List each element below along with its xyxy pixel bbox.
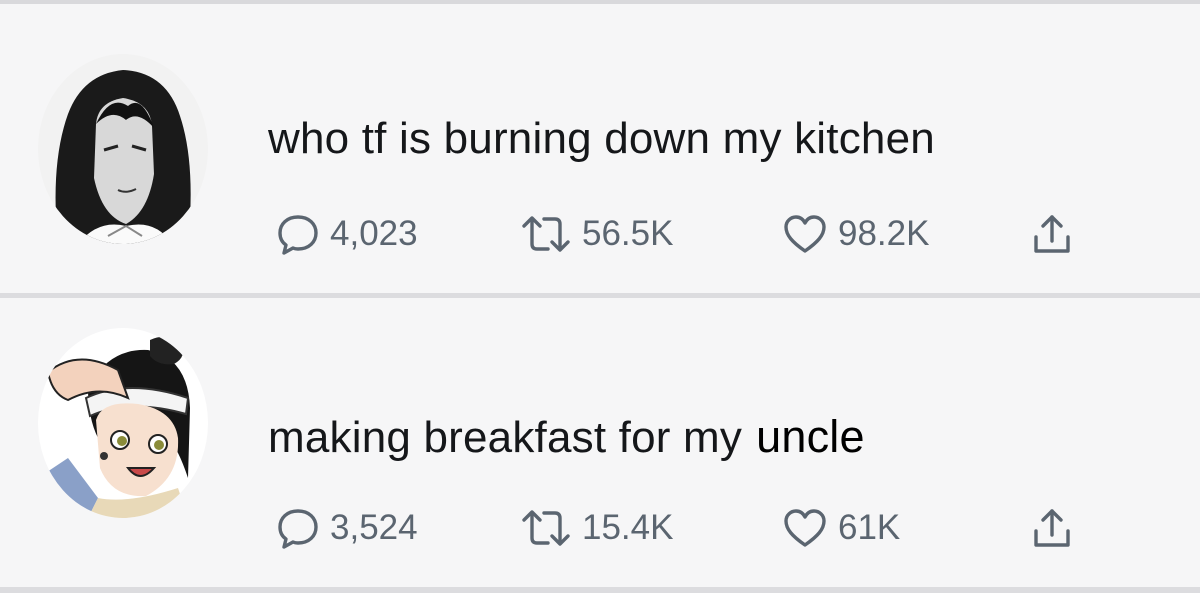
like-button[interactable]: 61K bbox=[782, 503, 900, 553]
heart-outline-icon bbox=[784, 215, 826, 253]
reply-count: 4,023 bbox=[330, 214, 418, 253]
retweet-count: 15.4K bbox=[582, 508, 674, 547]
retweet-arrows-icon bbox=[522, 216, 570, 252]
speech-bubble-icon bbox=[278, 509, 318, 549]
avatar[interactable] bbox=[38, 328, 208, 518]
reply-button[interactable]: 3,524 bbox=[276, 503, 418, 553]
tweet-text: making breakfast for my uncle bbox=[268, 411, 865, 463]
bottom-divider bbox=[0, 587, 1200, 593]
tweet-2[interactable]: making breakfast for my uncle 3,524 15.4K… bbox=[0, 298, 1200, 587]
headband-character-avatar-icon bbox=[38, 328, 208, 518]
share-upload-icon bbox=[1034, 509, 1070, 547]
like-button[interactable]: 98.2K bbox=[782, 209, 929, 259]
tweet-text: who tf is burning down my kitchen bbox=[268, 114, 935, 164]
retweet-count: 56.5K bbox=[582, 214, 674, 253]
edited-word: uncle bbox=[756, 411, 865, 462]
share-button[interactable] bbox=[1030, 503, 1074, 553]
speech-bubble-icon bbox=[278, 215, 318, 255]
long-haired-character-avatar-icon bbox=[38, 54, 208, 244]
retweet-button[interactable]: 15.4K bbox=[520, 503, 673, 553]
tweet-actions: 4,023 56.5K 98.2K bbox=[272, 209, 1102, 259]
like-count: 98.2K bbox=[838, 214, 930, 253]
like-count: 61K bbox=[838, 508, 901, 547]
tweet-text-content: who tf is burning down my kitchen bbox=[268, 114, 935, 163]
tweet-1[interactable]: who tf is burning down my kitchen 4,023 … bbox=[0, 4, 1200, 293]
tweet-text-content: making breakfast for my bbox=[268, 413, 743, 462]
avatar[interactable] bbox=[38, 54, 208, 244]
share-upload-icon bbox=[1034, 215, 1070, 253]
reply-count: 3,524 bbox=[330, 508, 418, 547]
retweet-arrows-icon bbox=[522, 510, 570, 546]
heart-outline-icon bbox=[784, 509, 826, 547]
share-button[interactable] bbox=[1030, 209, 1074, 259]
reply-button[interactable]: 4,023 bbox=[276, 209, 418, 259]
tweet-actions: 3,524 15.4K 61K bbox=[272, 503, 1102, 553]
retweet-button[interactable]: 56.5K bbox=[520, 209, 673, 259]
